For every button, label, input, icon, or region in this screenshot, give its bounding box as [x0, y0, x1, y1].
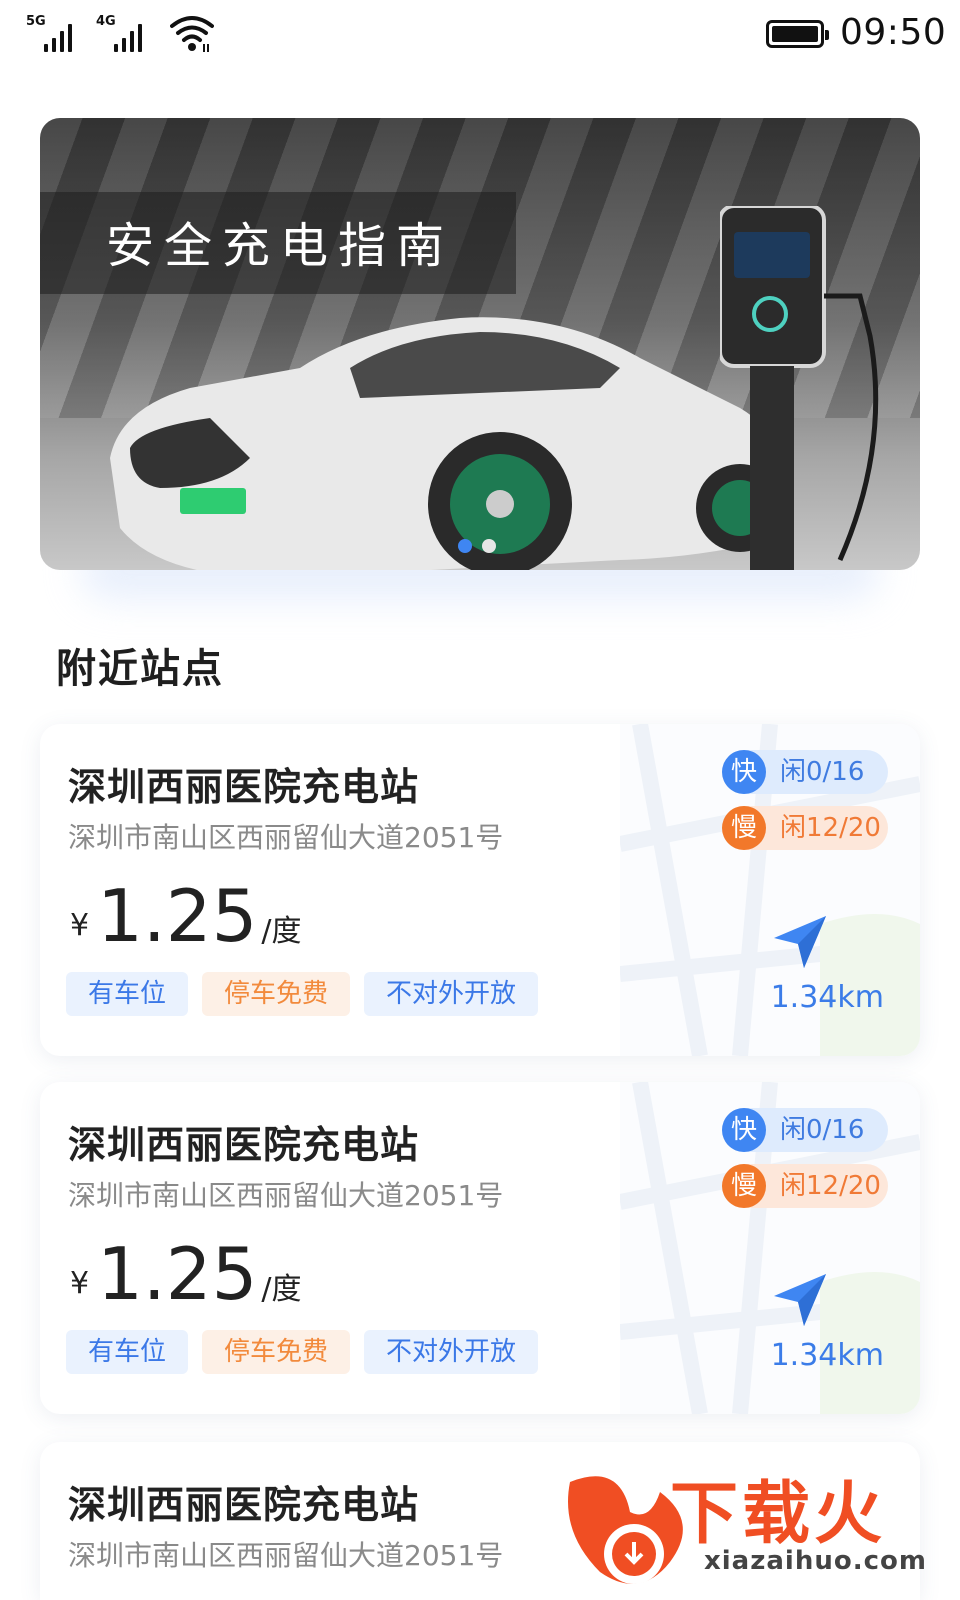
slow-charger-availability: 慢 闲12/20: [722, 1164, 888, 1208]
station-tags: 有车位 停车免费 不对外开放: [66, 972, 552, 1016]
currency-symbol: ¥: [70, 908, 90, 943]
slow-count: 闲12/20: [780, 1171, 881, 1201]
tag-parking-available: 有车位: [66, 1330, 189, 1374]
station-tags: 有车位 停车免费 不对外开放: [66, 1330, 552, 1374]
station-name: 深圳西丽医院充电站: [68, 1483, 420, 1527]
tag-not-public: 不对外开放: [364, 972, 539, 1016]
tag-free-parking: 停车免费: [202, 1330, 351, 1374]
slow-badge: 慢: [722, 806, 766, 850]
watermark-url: xiazaihuo.com: [704, 1546, 927, 1576]
wifi-icon: [170, 16, 214, 52]
fast-charger-availability: 快 闲0/16: [722, 750, 888, 794]
fast-count: 闲0/16: [780, 757, 865, 787]
station-address: 深圳市南山区西丽留仙大道2051号: [68, 1539, 504, 1572]
price-unit: /度: [261, 914, 302, 949]
slow-badge: 慢: [722, 1164, 766, 1208]
station-address: 深圳市南山区西丽留仙大道2051号: [68, 821, 504, 854]
station-address: 深圳市南山区西丽留仙大道2051号: [68, 1179, 504, 1212]
battery-icon: [766, 20, 829, 48]
navigation-arrow-icon[interactable]: [772, 1272, 828, 1328]
station-price: ¥1.25/度: [70, 874, 302, 958]
fast-charger-availability: 快 闲0/16: [722, 1108, 888, 1152]
status-bar: 5G 4G 09:50: [0, 0, 960, 80]
price-value: 1.25: [97, 1232, 258, 1316]
signal-5g-label: 5G: [26, 14, 46, 29]
car-illustration: [110, 317, 790, 570]
nearby-stations-title: 附近站点: [56, 646, 224, 692]
station-distance: 1.34km: [770, 980, 884, 1015]
banner-pagination[interactable]: [458, 538, 506, 553]
currency-symbol: ¥: [70, 1266, 90, 1301]
fast-badge: 快: [722, 750, 766, 794]
station-name: 深圳西丽医院充电站: [68, 765, 420, 809]
pagination-dot[interactable]: [482, 539, 496, 553]
status-time: 09:50: [840, 12, 947, 53]
slow-charger-availability: 慢 闲12/20: [722, 806, 888, 850]
promo-banner[interactable]: 安全充电指南: [40, 118, 920, 570]
station-price: ¥1.25/度: [70, 1232, 302, 1316]
banner-title: 安全充电指南: [106, 218, 455, 274]
tag-parking-available: 有车位: [66, 972, 189, 1016]
station-name: 深圳西丽医院充电站: [68, 1123, 420, 1167]
station-card[interactable]: 深圳西丽医院充电站 深圳市南山区西丽留仙大道2051号 ¥1.25/度 有车位停…: [40, 1082, 920, 1414]
price-value: 1.25: [97, 874, 258, 958]
fast-count: 闲0/16: [780, 1115, 865, 1145]
navigation-arrow-icon[interactable]: [772, 914, 828, 970]
tag-not-public: 不对外开放: [364, 1330, 539, 1374]
slow-count: 闲12/20: [780, 813, 881, 843]
pagination-dot-active[interactable]: [458, 539, 472, 553]
tag-free-parking: 停车免费: [202, 972, 351, 1016]
watermark-brand: 下载火: [670, 1475, 887, 1554]
signal-4g-label: 4G: [96, 14, 116, 29]
station-card[interactable]: 深圳西丽医院充电站 深圳市南山区西丽留仙大道2051号 ¥1.25/度 有车位停…: [40, 724, 920, 1056]
charger-illustration: [720, 206, 879, 570]
price-unit: /度: [261, 1272, 302, 1307]
station-distance: 1.34km: [770, 1338, 884, 1373]
fast-badge: 快: [722, 1108, 766, 1152]
